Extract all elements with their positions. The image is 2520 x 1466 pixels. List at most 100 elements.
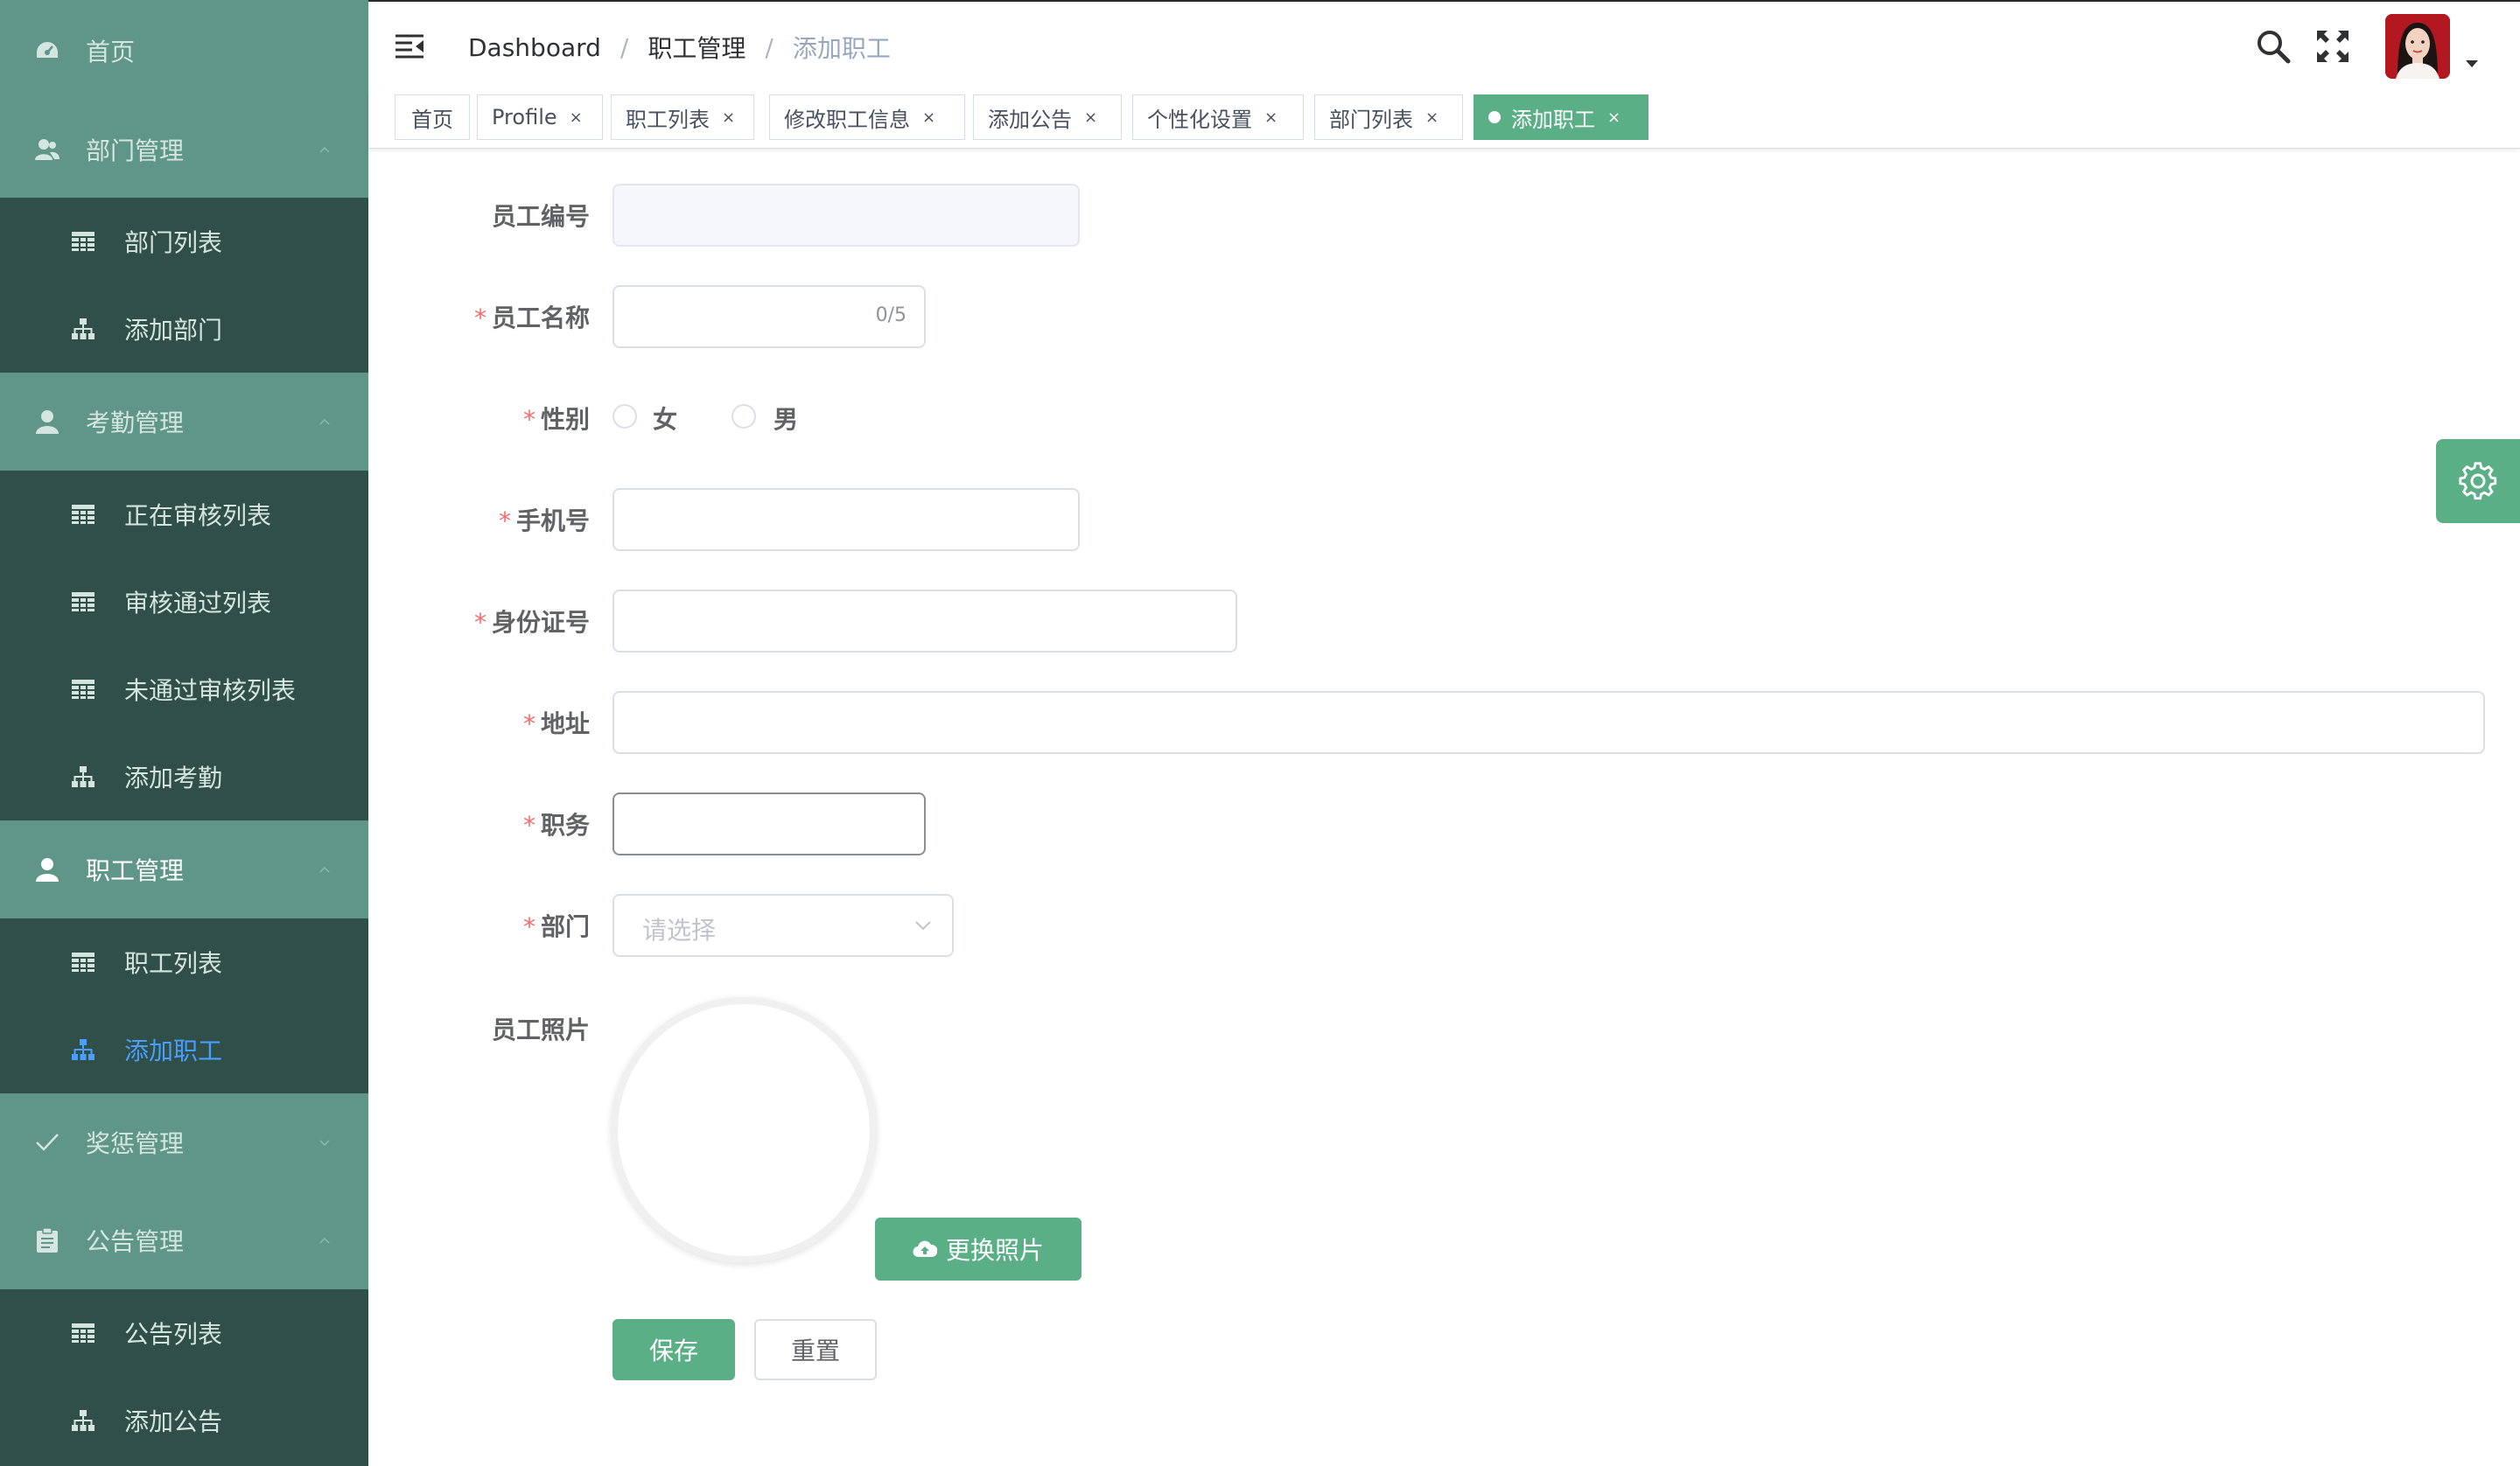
tag-label: 职工列表 [626,107,710,132]
gender-male-label[interactable]: 男 [774,401,798,436]
sidebar-group-label: 职工管理 [86,856,185,885]
emp-no-label: 员工编号 [491,202,590,231]
close-icon[interactable]: × [1084,108,1097,127]
address-input[interactable] [612,691,2485,754]
table-icon [70,1320,96,1346]
avatar[interactable] [2385,14,2450,79]
photo-label: 员工照片 [491,1016,590,1044]
tag-edit-employee[interactable]: 修改职工信息 × [769,94,965,140]
sidebar-home-label: 首页 [86,38,136,66]
id-card-label: * 身份证号 [473,608,590,637]
emp-name-input[interactable]: 0/5 [612,285,926,348]
tag-add-announcement[interactable]: 添加公告 × [973,94,1122,140]
sidebar-group-label: 部门管理 [86,136,185,165]
navbar-right [2254,14,2480,79]
sidebar-item-approved[interactable]: 审核通过列表 [0,558,368,646]
clipboard-icon [33,1226,61,1254]
emp-name-label: * 员工名称 [473,304,590,332]
breadcrumb-current: 添加职工 [792,34,891,63]
sidebar-item-add-department[interactable]: 添加部门 [0,285,368,373]
menu-fold-icon[interactable] [395,33,424,59]
fullscreen-icon[interactable] [2314,27,2352,66]
sidebar-item-employee-list[interactable]: 职工列表 [0,918,368,1006]
close-icon[interactable]: × [1607,108,1620,127]
sidebar-item-pending-review[interactable]: 正在审核列表 [0,471,368,558]
sidebar-group-attendance[interactable]: 考勤管理 [0,373,368,471]
chevron-up-icon [319,146,330,153]
sidebar-group-rewards[interactable]: 奖惩管理 [0,1093,368,1191]
sidebar-group-department[interactable]: 部门管理 [0,101,368,198]
breadcrumb-item[interactable]: 职工管理 [648,30,746,65]
gender-female-label[interactable]: 女 [653,401,677,436]
close-icon[interactable]: × [1425,108,1438,127]
team-icon [33,136,61,164]
change-photo-button[interactable]: 更换照片 [875,1218,1082,1281]
cloud-upload-icon [913,1240,937,1258]
id-card-input[interactable] [612,590,1237,653]
department-select[interactable]: 请选择 [612,894,954,957]
close-icon[interactable]: × [722,108,735,127]
search-icon[interactable] [2254,27,2292,66]
sidebar-group-announcement[interactable]: 公告管理 [0,1191,368,1289]
gender-female-radio[interactable] [612,404,637,429]
gear-icon [2459,462,2497,500]
sidebar-item-add-announcement[interactable]: 添加公告 [0,1377,368,1464]
user-icon [33,855,61,883]
tag-home[interactable]: 首页 [395,94,470,140]
tag-add-employee[interactable]: 添加职工 × [1474,94,1648,140]
chevron-down-icon [915,921,931,931]
sidebar-item-department-list[interactable]: 部门列表 [0,198,368,285]
position-label: * 职务 [522,811,590,840]
close-icon[interactable]: × [922,108,935,127]
gender-male-radio[interactable] [732,404,756,429]
user-icon [33,408,61,436]
tag-profile[interactable]: Profile × [477,94,603,140]
tag-label: 部门列表 [1329,107,1413,132]
sidebar-item-home[interactable]: 首页 [0,0,368,101]
sidebar-item-label: 添加考勤 [124,764,223,792]
sidebar-item-label: 未通过审核列表 [124,676,297,705]
phone-input[interactable] [612,488,1080,551]
breadcrumb-item[interactable]: Dashboard [468,33,601,62]
tag-employee-list[interactable]: 职工列表 × [611,94,754,140]
tag-label: 添加公告 [988,107,1072,132]
table-icon [70,228,96,255]
sidebar-item-label: 正在审核列表 [124,501,272,530]
sidebar-group-employee[interactable]: 职工管理 [0,820,368,918]
sidebar-item-add-attendance[interactable]: 添加考勤 [0,733,368,820]
tree-icon [70,316,96,342]
sidebar-group-label: 公告管理 [86,1227,185,1256]
close-icon[interactable]: × [570,108,583,127]
table-icon [70,501,96,527]
gender-label: * 性别 [522,405,590,434]
sidebar-group-label: 考勤管理 [86,408,185,437]
sidebar-group-label: 奖惩管理 [86,1129,185,1158]
tag-department-list[interactable]: 部门列表 × [1314,94,1463,140]
sidebar-item-label: 部门列表 [124,228,223,257]
top-navbar: Dashboard / 职工管理 / 添加职工 [368,0,2520,91]
tree-icon [70,1037,96,1063]
tag-personalization[interactable]: 个性化设置 × [1132,94,1304,140]
settings-drawer-button[interactable] [2436,439,2520,523]
sidebar-item-announcement-list[interactable]: 公告列表 [0,1289,368,1377]
reset-button[interactable]: 重置 [754,1319,877,1380]
active-dot [1488,111,1501,123]
tag-label: 首页 [411,107,453,132]
table-icon [70,589,96,615]
breadcrumb: Dashboard / 职工管理 / 添加职工 [468,30,891,65]
char-counter: 0/5 [875,304,906,326]
app-root: 首页 部门管理 部门列表 添加部门 考勤管理 正在审核列表 审核通过列表 未通过… [0,0,2520,1466]
sidebar-item-label: 审核通过列表 [124,589,272,618]
save-button[interactable]: 保存 [612,1319,735,1380]
sidebar-item-rejected[interactable]: 未通过审核列表 [0,646,368,733]
department-label: * 部门 [522,912,590,941]
phone-label: * 手机号 [498,506,590,535]
photo-preview[interactable] [611,997,877,1263]
position-input[interactable] [612,792,926,855]
sidebar-item-add-employee[interactable]: 添加职工 [0,1006,368,1093]
close-icon[interactable]: × [1264,108,1278,127]
tree-icon [70,764,96,790]
caret-down-icon[interactable] [2464,56,2480,72]
tag-label: 修改职工信息 [784,107,910,132]
table-icon [70,949,96,975]
